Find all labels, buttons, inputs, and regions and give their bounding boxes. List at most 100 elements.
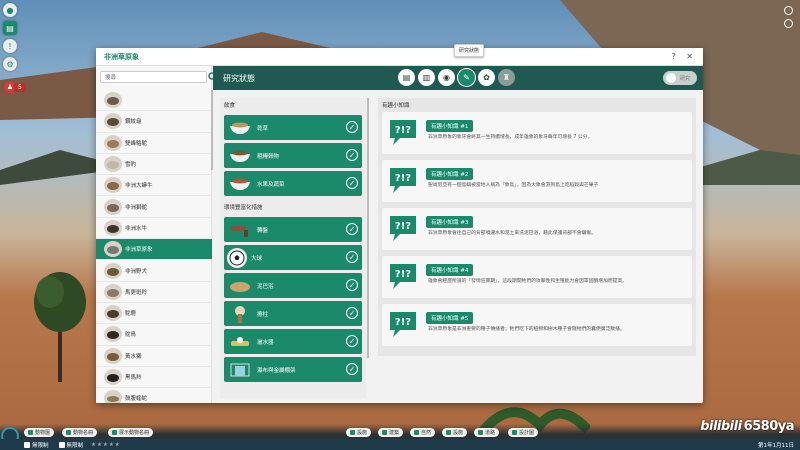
window-titlebar: 非洲草原象 ? ✕ bbox=[96, 48, 703, 66]
list-item[interactable]: 鼓腹蝰蛇 bbox=[96, 388, 212, 403]
research-items-column: 飲食 乾草 ✓ 粗糧穀物 ✓ 水果及蔬菜 ✓ 環境豐富化措施 轉盤 ✓ 大球 ✓ bbox=[220, 98, 366, 398]
status-bar: 無限制 無限制 ★★★★★ bbox=[0, 439, 800, 450]
item-label: 乾草 bbox=[257, 125, 269, 132]
section-title: 研究狀態 bbox=[223, 73, 255, 83]
alert-icon[interactable]: ! bbox=[3, 39, 17, 53]
circle-icon[interactable] bbox=[784, 19, 793, 28]
document-icon[interactable]: ▤ bbox=[398, 69, 415, 86]
window-title: 非洲草原象 bbox=[104, 52, 139, 61]
speech-bubble-icon: ?!? bbox=[390, 120, 416, 145]
tab-tooltip: 研究狀態 bbox=[454, 44, 485, 57]
facility-icon bbox=[446, 430, 451, 435]
zoo-button[interactable]: 動物園 bbox=[24, 428, 55, 437]
research-item[interactable]: 瀑布與金屬棚架 ✓ bbox=[224, 357, 362, 382]
fact-body: 非洲草原象會往自己的背部噴灑水和泥土來洗泥巴浴，藉此保護背部不會曬傷。 bbox=[428, 231, 596, 236]
research-item[interactable]: 大球 ✓ bbox=[224, 245, 362, 270]
list-item[interactable]: 雙峰駱駝 bbox=[96, 133, 212, 154]
enrichment-header: 環境豐富化措施 bbox=[224, 205, 263, 211]
fact-card: ?!? 有趣小知識 #3 非洲草原象會往自己的背部噴灑水和泥土來洗泥巴浴，藉此保… bbox=[382, 208, 692, 250]
facts-header: 有趣小知識 bbox=[382, 103, 410, 109]
money-indicator[interactable]: ♟ 5 bbox=[4, 81, 26, 93]
research-item[interactable]: 粗糧穀物 ✓ bbox=[224, 143, 362, 168]
toolbar-building[interactable]: 建築 bbox=[378, 428, 404, 437]
animal-thumbnail bbox=[104, 305, 122, 322]
list-item[interactable]: 鑽紋龜 bbox=[96, 111, 212, 133]
list-item[interactable] bbox=[96, 90, 212, 112]
settings-icon[interactable]: ⚙ bbox=[3, 57, 17, 71]
list-item[interactable]: 鴕鳥 bbox=[96, 324, 212, 346]
item-label: 灑水器 bbox=[257, 339, 274, 346]
list-scrollbar[interactable] bbox=[211, 90, 213, 170]
animal-name: 非洲獅鴕 bbox=[125, 204, 148, 211]
list-item[interactable]: 非洲野犬 bbox=[96, 260, 212, 282]
fact-body: 非洲草原象的象牙會終其一生持續增長，成年雄象的象牙每年可增長 7 公分。 bbox=[428, 135, 593, 140]
research-header: 研究狀態 ▤ ▥ ◉ ✎ ✿ ♜ 研究 bbox=[213, 66, 703, 90]
button-label: 展示動物名冊 bbox=[119, 430, 150, 436]
animal-roster-button[interactable]: 動物名冊 bbox=[62, 428, 98, 437]
research-item[interactable]: 擦柱 ✓ bbox=[224, 301, 362, 326]
notebook-icon[interactable]: ▤ bbox=[3, 21, 17, 35]
exhibit-roster-button[interactable]: 展示動物名冊 bbox=[108, 428, 154, 437]
food-bowl-icon bbox=[227, 173, 253, 194]
facility-icon bbox=[350, 430, 355, 435]
facts-list: ?!? 有趣小知識 #1 非洲草原象的象牙會終其一生持續增長，成年雄象的象牙每年… bbox=[382, 112, 692, 352]
drop-icon[interactable]: ◉ bbox=[438, 69, 455, 86]
item-label: 轉盤 bbox=[257, 227, 269, 234]
list-item[interactable]: 非洲獅鴕 bbox=[96, 196, 212, 218]
status-research[interactable]: 無限制 bbox=[58, 441, 83, 449]
toolbar-blueprints[interactable]: 設計圖 bbox=[508, 428, 539, 437]
check-icon: ✓ bbox=[346, 307, 358, 319]
list-item[interactable]: 黃水獺 bbox=[96, 346, 212, 367]
money-value: 5 bbox=[14, 82, 26, 92]
animal-name: 鴕鳥 bbox=[125, 332, 137, 339]
research-item[interactable]: 灑水器 ✓ bbox=[224, 329, 362, 354]
check-icon: ✓ bbox=[346, 223, 358, 235]
status-budget[interactable]: 無限制 bbox=[24, 441, 49, 449]
circle-icon[interactable] bbox=[784, 6, 793, 15]
fact-body: 非洲草原象是非洲重要的種子傳播者；牠們吃下的植物和樹木種子會隨牠們的糞便廣泛散播… bbox=[428, 327, 625, 332]
tree-decoration bbox=[34, 272, 86, 382]
animal-name: 非洲大蟒牛 bbox=[125, 183, 153, 190]
toolbar-facilities[interactable]: 設施 bbox=[346, 428, 372, 437]
speech-bubble-icon: ?!? bbox=[390, 216, 416, 241]
list-item[interactable]: 駝鹿 bbox=[96, 303, 212, 325]
research-item[interactable]: 水果及蔬菜 ✓ bbox=[224, 171, 362, 196]
animal-name: 非洲水牛 bbox=[125, 225, 148, 232]
svg-text:?!?: ?!? bbox=[395, 317, 411, 328]
list-item-selected[interactable]: 非洲草原象 bbox=[96, 239, 212, 261]
nature-icon bbox=[414, 430, 419, 435]
watermark-brand: bilibili bbox=[700, 419, 742, 434]
map-marker-icon[interactable]: ● bbox=[3, 3, 17, 17]
button-label: 動物園 bbox=[35, 430, 51, 436]
toolbar-nature[interactable]: 自然 bbox=[410, 428, 436, 437]
game-date: 第1年1月11日 bbox=[758, 443, 794, 449]
research-button[interactable]: 研究 bbox=[663, 71, 697, 85]
food-bowl-icon bbox=[227, 145, 253, 166]
research-item[interactable]: 泥巴浴 ✓ bbox=[224, 273, 362, 298]
list-item[interactable]: 馬更斑羚 bbox=[96, 282, 212, 303]
list-item[interactable]: 黑馬羚 bbox=[96, 367, 212, 389]
trophy-icon[interactable]: ♜ bbox=[498, 69, 515, 86]
animal-name: 非洲草原象 bbox=[125, 247, 153, 254]
items-scrollbar[interactable] bbox=[367, 98, 369, 358]
research-item[interactable]: 乾草 ✓ bbox=[224, 115, 362, 140]
list-item[interactable]: 非洲水牛 bbox=[96, 218, 212, 240]
window-controls[interactable]: ? ✕ bbox=[672, 52, 698, 61]
list-item[interactable]: 非洲大蟒牛 bbox=[96, 175, 212, 197]
toolbar-paths[interactable]: 道路 bbox=[474, 428, 500, 437]
list-item[interactable]: 雪豹 bbox=[96, 154, 212, 176]
item-label: 擦柱 bbox=[257, 311, 269, 318]
speech-bubble-icon: ?!? bbox=[390, 264, 416, 289]
check-icon: ✓ bbox=[346, 149, 358, 161]
search-input[interactable]: 搜尋 bbox=[100, 71, 218, 83]
animal-thumbnail bbox=[104, 134, 122, 151]
toolbar-facilities-2[interactable]: 設施 bbox=[442, 428, 468, 437]
chart-icon[interactable]: ▥ bbox=[418, 69, 435, 86]
facts-icon[interactable]: ✎ bbox=[458, 69, 475, 86]
research-item[interactable]: 轉盤 ✓ bbox=[224, 217, 362, 242]
animal-thumbnail bbox=[104, 219, 122, 236]
animal-thumbnail bbox=[104, 177, 122, 194]
paw-icon[interactable]: ✿ bbox=[478, 69, 495, 86]
zoo-rating-stars: ★★★★★ bbox=[91, 441, 121, 448]
food-bowl-icon bbox=[227, 117, 253, 138]
